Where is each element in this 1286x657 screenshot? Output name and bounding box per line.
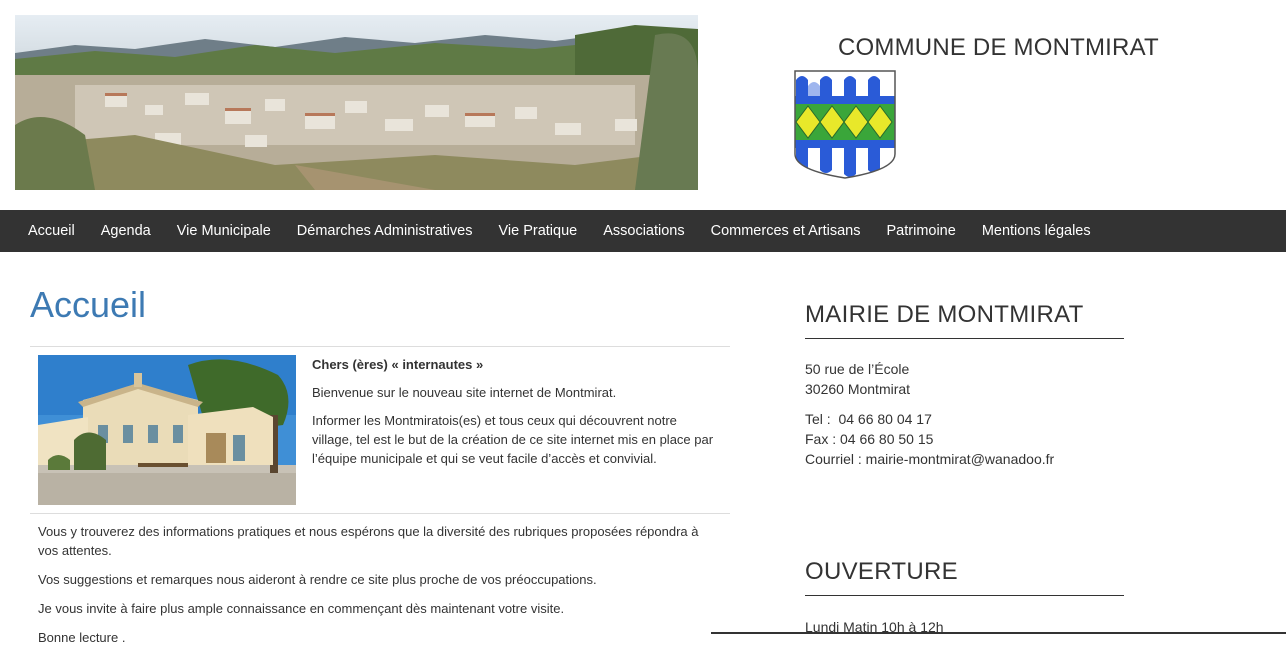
mairie-heading: MAIRIE DE MONTMIRAT xyxy=(805,301,1084,328)
heading-underline xyxy=(805,338,1124,339)
montmirat-crest-icon xyxy=(794,70,896,187)
welcome-text: Bienvenue sur le nouveau site internet d… xyxy=(312,385,617,400)
town-hall-photo xyxy=(38,355,296,505)
nav-item-demarches-administratives[interactable]: Démarches Administratives xyxy=(284,223,486,239)
paragraph: Vos suggestions et remarques nous aidero… xyxy=(38,572,597,587)
intro-text: Chers (ères) « internautes » Bienvenue s… xyxy=(312,355,720,477)
mairie-address: 50 rue de l’École 30260 Montmirat xyxy=(805,359,910,399)
fax-number: Fax : 04 66 80 50 15 xyxy=(805,431,934,447)
village-panorama-illustration xyxy=(15,15,698,190)
main-navigation: Accueil Agenda Vie Municipale Démarches … xyxy=(0,210,1286,252)
email-link[interactable]: Courriel : mairie-montmirat@wanadoo.fr xyxy=(805,449,1054,469)
nav-item-agenda[interactable]: Agenda xyxy=(88,223,164,239)
address-line: 50 rue de l’École xyxy=(805,361,910,377)
opening-hours: Lundi Matin 10h à 12h xyxy=(805,617,944,637)
mairie-contact: Tel : 04 66 80 04 17 Fax : 04 66 80 50 1… xyxy=(805,409,1054,469)
heading-underline xyxy=(805,595,1124,596)
nav-item-associations[interactable]: Associations xyxy=(590,223,697,239)
phone-number[interactable]: Tel : 04 66 80 04 17 xyxy=(805,409,1054,429)
greeting: Chers (ères) « internautes » xyxy=(312,357,484,372)
purpose-text: Informer les Montmiratois(es) et tous ce… xyxy=(312,413,714,466)
paragraph: Je vous invite à faire plus ample connai… xyxy=(38,601,565,616)
hours-line: Lundi Matin 10h à 12h xyxy=(805,619,944,635)
site-title: COMMUNE DE MONTMIRAT xyxy=(838,34,1159,61)
address-line: 30260 Montmirat xyxy=(805,381,911,397)
nav-item-vie-pratique[interactable]: Vie Pratique xyxy=(485,223,590,239)
opening-hours-heading: OUVERTURE xyxy=(805,558,958,585)
nav-item-vie-municipale[interactable]: Vie Municipale xyxy=(164,223,284,239)
paragraph: Bonne lecture . xyxy=(38,630,126,645)
header-banner-image xyxy=(15,15,698,190)
paragraph: Vous y trouverez des informations pratiq… xyxy=(38,524,699,558)
nav-item-patrimoine[interactable]: Patrimoine xyxy=(874,223,969,239)
nav-item-commerces-artisans[interactable]: Commerces et Artisans xyxy=(698,223,874,239)
body-text: Vous y trouverez des informations pratiq… xyxy=(38,522,718,657)
page-title: Accueil xyxy=(30,284,147,325)
nav-item-accueil[interactable]: Accueil xyxy=(15,223,88,239)
nav-item-mentions-legales[interactable]: Mentions légales xyxy=(969,223,1104,239)
divider xyxy=(30,346,730,347)
divider xyxy=(30,513,730,514)
